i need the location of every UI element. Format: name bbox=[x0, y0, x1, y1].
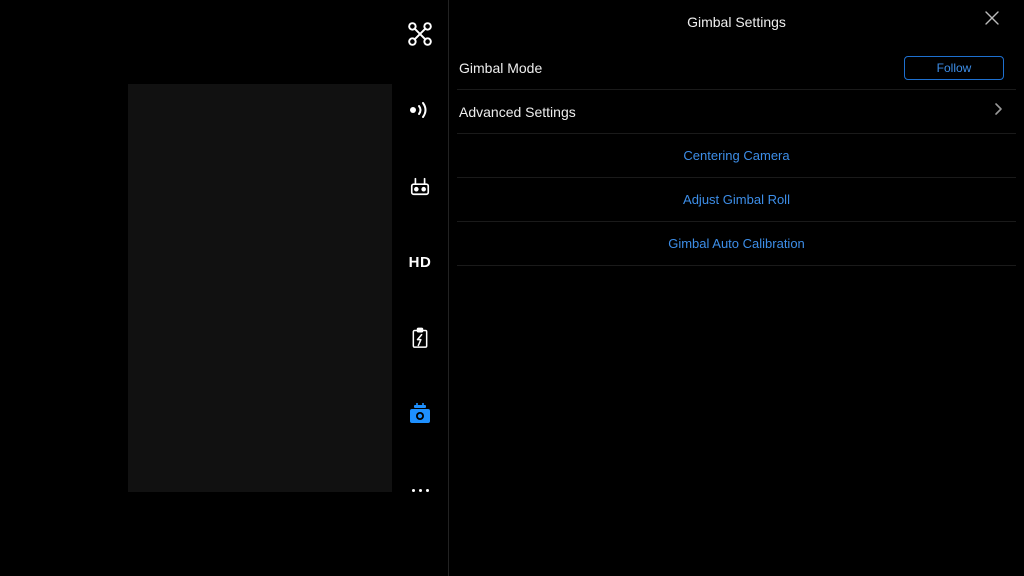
clipboard-icon bbox=[410, 327, 430, 349]
sidebar-item-signal[interactable] bbox=[392, 96, 448, 124]
gimbal-auto-calibration-label: Gimbal Auto Calibration bbox=[668, 236, 805, 251]
panel-title: Gimbal Settings bbox=[687, 14, 786, 30]
app-root: HD bbox=[0, 0, 1024, 576]
action-gimbal-auto-calibration[interactable]: Gimbal Auto Calibration bbox=[457, 222, 1016, 266]
sidebar-item-battery[interactable] bbox=[392, 324, 448, 352]
close-button[interactable] bbox=[980, 8, 1004, 32]
more-icon bbox=[412, 489, 429, 492]
gimbal-camera-icon bbox=[408, 403, 432, 425]
sidebar-item-gimbal[interactable] bbox=[392, 400, 448, 428]
centering-camera-label: Centering Camera bbox=[683, 148, 789, 163]
signal-icon bbox=[408, 100, 432, 120]
advanced-settings-label: Advanced Settings bbox=[459, 104, 576, 120]
panel-header: Gimbal Settings bbox=[449, 4, 1024, 40]
close-icon bbox=[984, 10, 1000, 31]
adjust-gimbal-roll-label: Adjust Gimbal Roll bbox=[683, 192, 790, 207]
action-adjust-gimbal-roll[interactable]: Adjust Gimbal Roll bbox=[457, 178, 1016, 222]
chevron-right-icon bbox=[994, 102, 1004, 121]
settings-list: Gimbal Mode Follow Advanced Settings Cen… bbox=[449, 40, 1024, 266]
gimbal-mode-selector[interactable]: Follow bbox=[904, 56, 1004, 80]
action-centering-camera[interactable]: Centering Camera bbox=[457, 134, 1016, 178]
video-preview bbox=[128, 84, 392, 492]
drone-icon bbox=[407, 21, 433, 47]
gimbal-mode-label: Gimbal Mode bbox=[459, 60, 542, 76]
sidebar-item-hd[interactable]: HD bbox=[392, 248, 448, 276]
settings-sidebar: HD bbox=[392, 0, 448, 576]
sidebar-item-aircraft[interactable] bbox=[392, 20, 448, 48]
hd-icon: HD bbox=[409, 254, 432, 271]
remote-controller-icon bbox=[409, 175, 431, 197]
settings-panel: Gimbal Settings Gimbal Mode Follow Advan… bbox=[449, 0, 1024, 576]
row-advanced-settings[interactable]: Advanced Settings bbox=[457, 90, 1016, 134]
row-gimbal-mode: Gimbal Mode Follow bbox=[457, 46, 1016, 90]
sidebar-item-remote[interactable] bbox=[392, 172, 448, 200]
gimbal-mode-value: Follow bbox=[937, 61, 972, 75]
sidebar-item-more[interactable] bbox=[392, 476, 448, 504]
